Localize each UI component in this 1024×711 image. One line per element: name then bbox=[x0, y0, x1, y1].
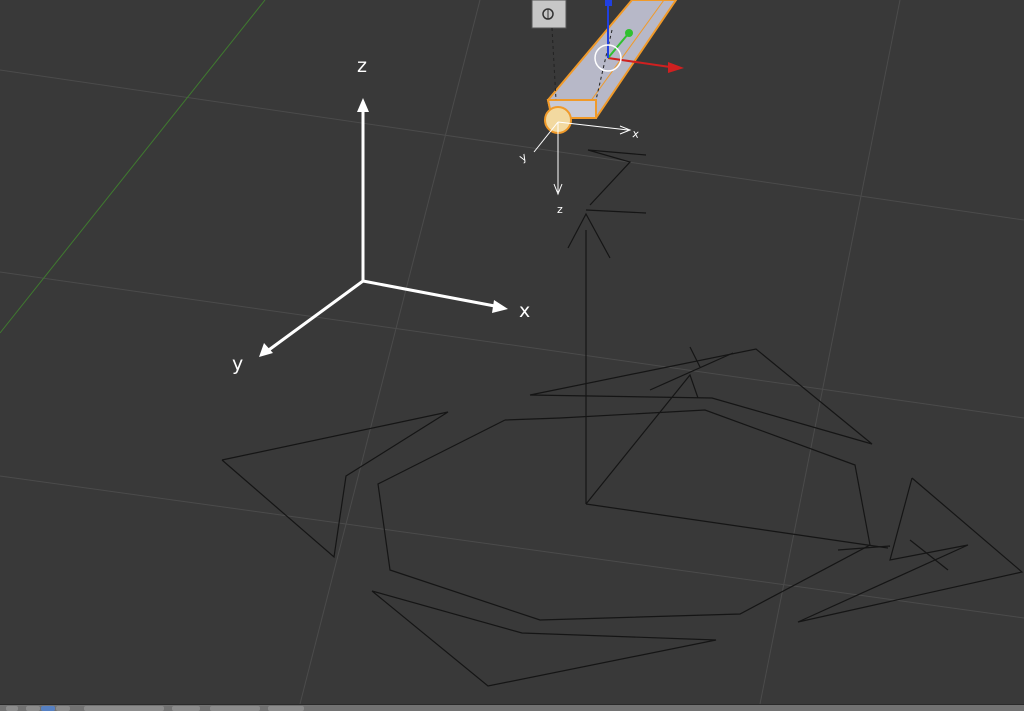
z-axis-label: z bbox=[357, 55, 367, 77]
bone-tail-widget[interactable] bbox=[531, 0, 567, 29]
bone-local-x-label: x bbox=[632, 127, 641, 141]
select-mode-face-button[interactable] bbox=[56, 706, 70, 711]
wireframe-mesh[interactable] bbox=[221, 149, 1024, 687]
3d-viewport[interactable]: z x y x y z bbox=[0, 0, 1024, 704]
layers-button[interactable] bbox=[268, 706, 304, 711]
y-axis-grid-line bbox=[0, 0, 266, 334]
x-axis-arrow bbox=[361, 279, 502, 309]
axis-arrowheads bbox=[259, 98, 508, 357]
pivot-dropdown[interactable] bbox=[84, 706, 164, 711]
bone[interactable] bbox=[531, 0, 678, 134]
select-mode-edge-button[interactable] bbox=[41, 706, 55, 711]
bone-local-y-label: y bbox=[517, 150, 530, 165]
shading-button[interactable] bbox=[172, 706, 200, 711]
x-axis-label: x bbox=[519, 300, 530, 322]
select-mode-vertex-button[interactable] bbox=[26, 706, 40, 711]
floor-grid bbox=[0, 0, 1024, 704]
bone-local-z-label: z bbox=[557, 203, 563, 216]
y-axis-arrow bbox=[264, 279, 365, 354]
view-menu-button[interactable] bbox=[6, 706, 18, 711]
viewport-canvas[interactable]: z x y x y z bbox=[0, 0, 1024, 704]
y-axis-label: y bbox=[232, 353, 243, 375]
snap-button[interactable] bbox=[210, 706, 260, 711]
